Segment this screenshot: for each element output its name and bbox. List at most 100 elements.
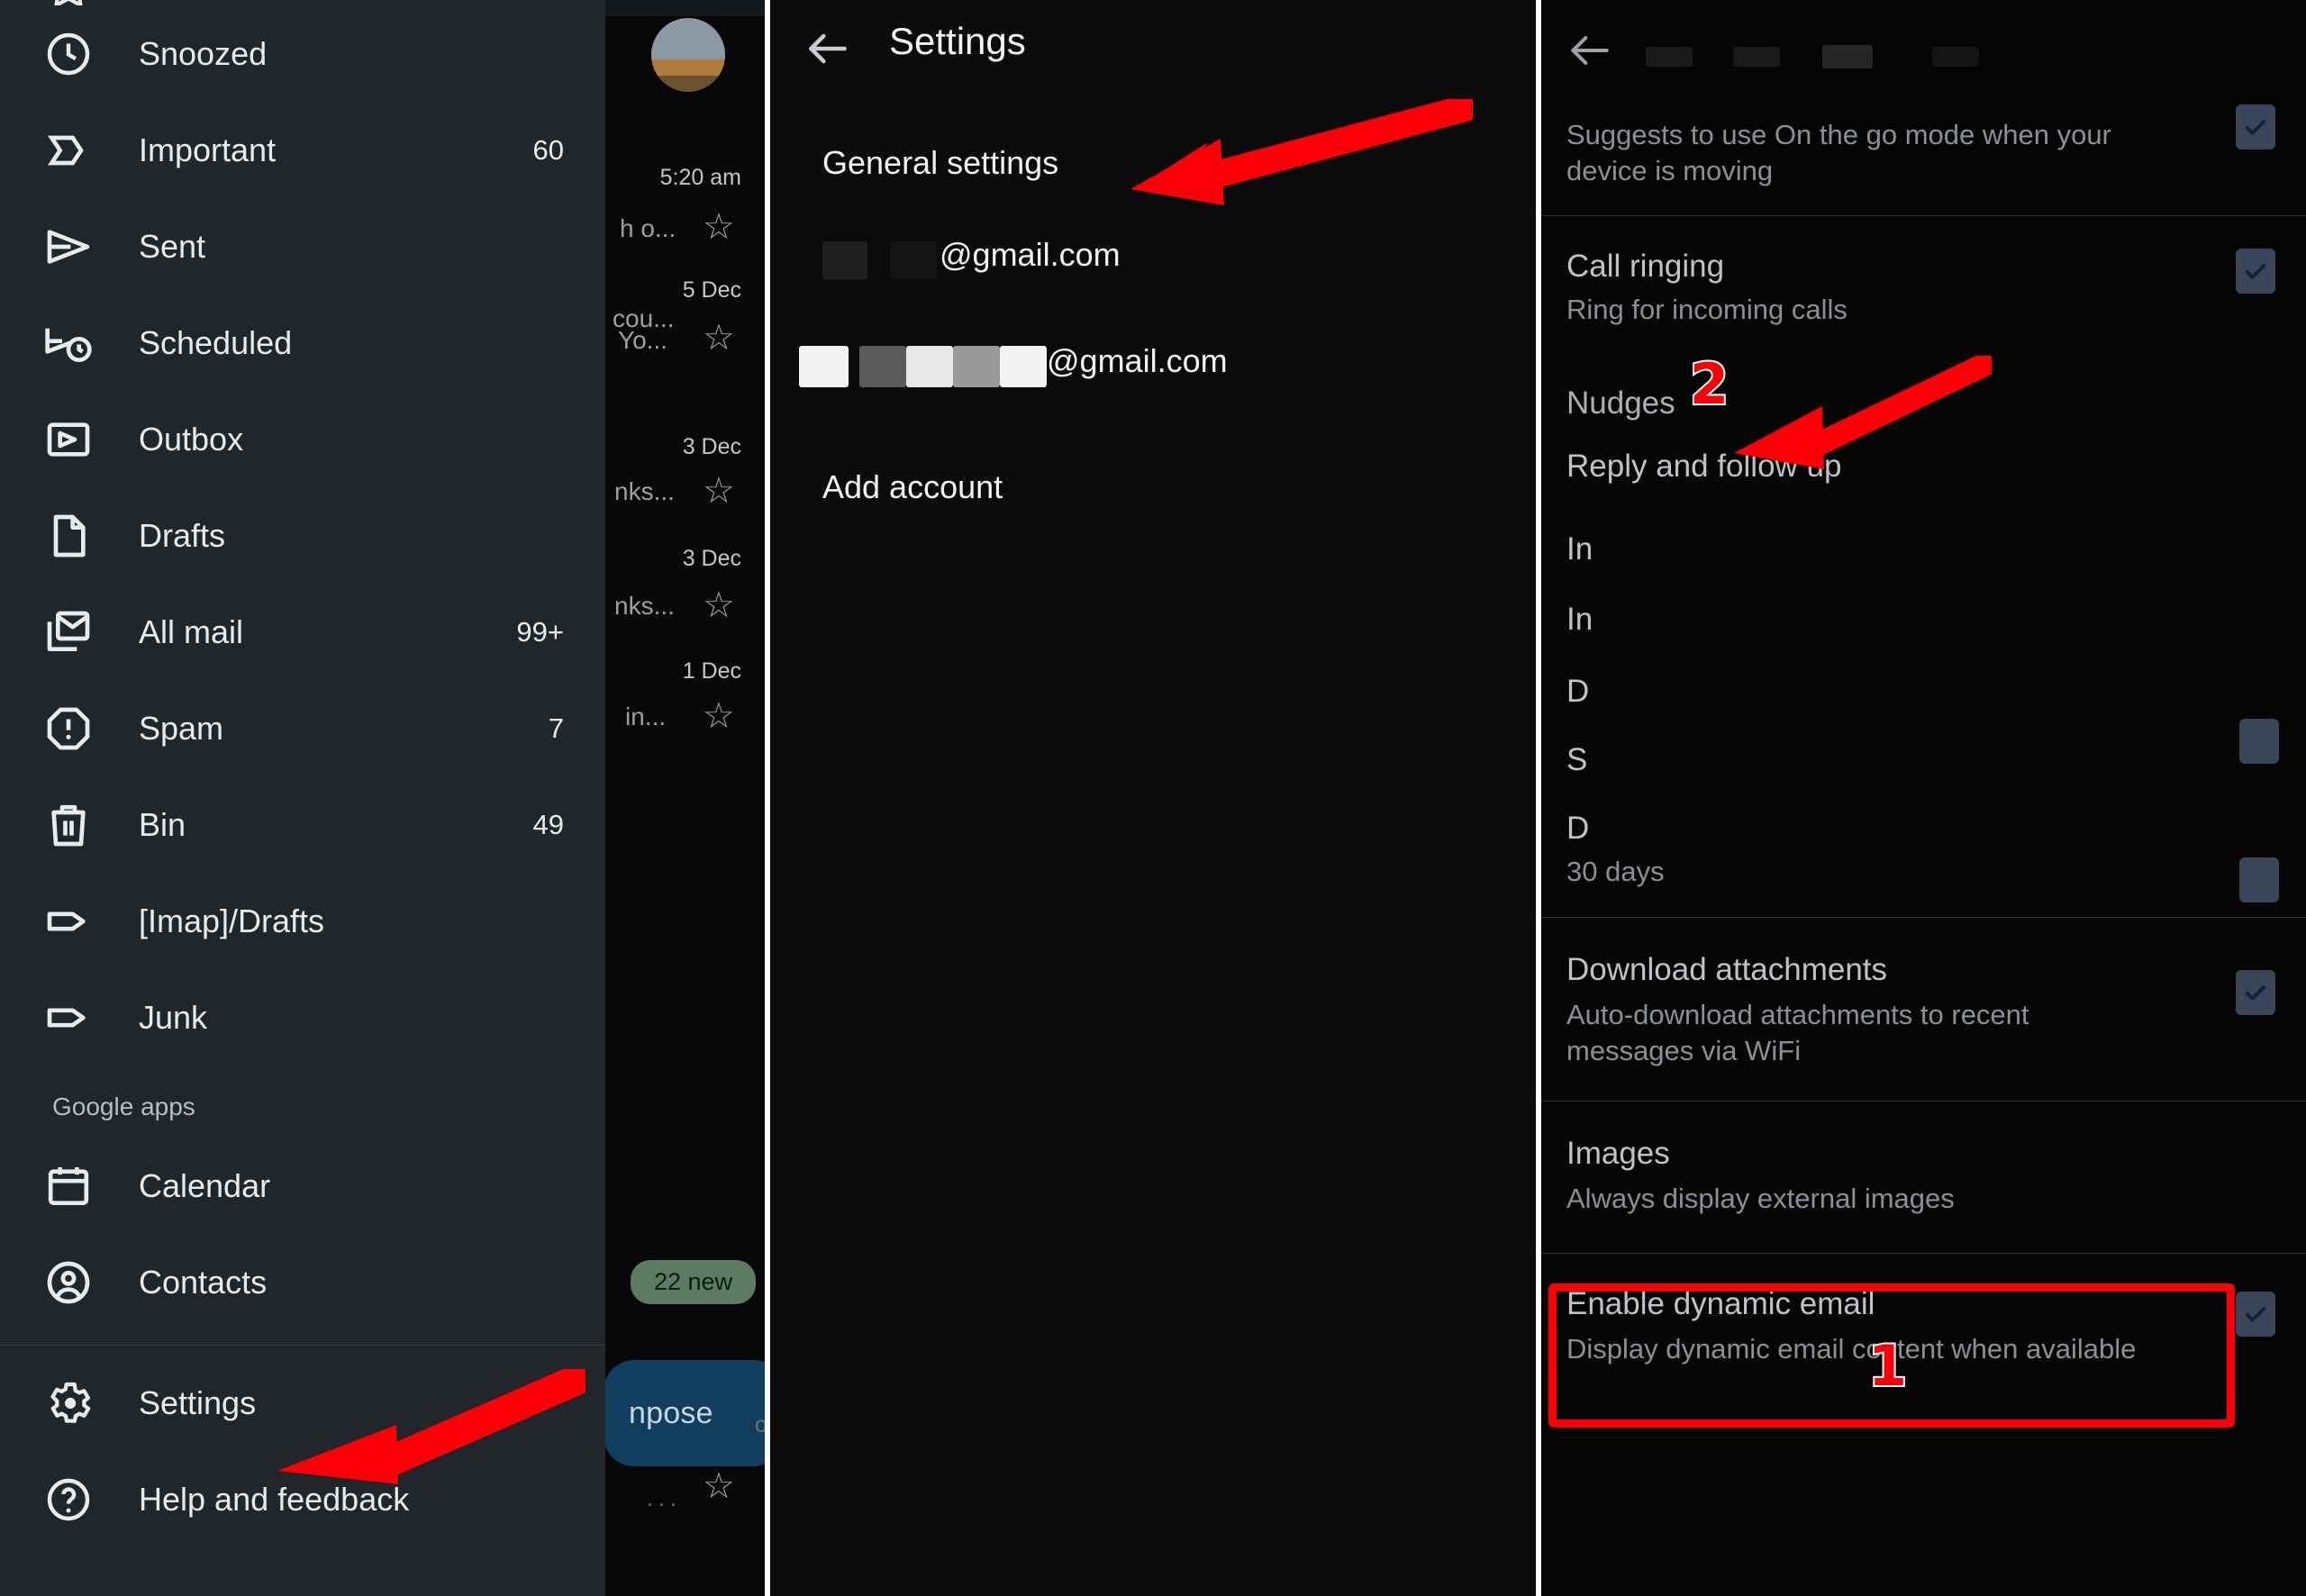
- sidebar-item-label: Drafts: [139, 516, 226, 554]
- sidebar-item-contacts[interactable]: Contacts: [0, 1234, 605, 1330]
- mail-snippet: nks...: [614, 592, 675, 620]
- sidebar-item-label: Important: [139, 131, 277, 168]
- mail-snippet: in...: [625, 703, 667, 730]
- checkbox-obscured[interactable]: [2239, 718, 2279, 764]
- trash-icon: [43, 800, 94, 850]
- compose-button[interactable]: npose: [604, 1360, 765, 1466]
- checkbox-obscured-right[interactable]: [2239, 857, 2279, 902]
- mail-snippet: Yo...: [618, 326, 668, 354]
- setting-row-download-attachments[interactable]: Download attachments Auto-download attac…: [1541, 918, 2306, 1101]
- setting-subtitle: Always display external images: [1566, 1182, 1955, 1214]
- redacted-block: [906, 346, 953, 387]
- sidebar-item-label: Help and feedback: [139, 1480, 410, 1518]
- sidebar-item-junk[interactable]: Junk: [0, 969, 605, 1066]
- scheduled-send-icon: [43, 318, 94, 368]
- sidebar-item-label: Scheduled: [139, 323, 293, 361]
- checkbox-dynamic-email[interactable]: [2236, 1292, 2275, 1338]
- setting-row-dynamic-email[interactable]: Enable dynamic email Display dynamic ema…: [1541, 1254, 2306, 1367]
- sidebar-item-label: Snoozed: [139, 34, 268, 72]
- sidebar-item-bin[interactable]: Bin 49: [0, 776, 605, 873]
- setting-row-obscured-4[interactable]: S: [1541, 710, 2306, 778]
- setting-row-obscured-1[interactable]: In: [1541, 485, 2306, 567]
- redacted-block: [1932, 47, 1979, 67]
- sidebar-item-help-and-feedback[interactable]: Help and feedback: [0, 1451, 605, 1547]
- account-settings-appbar: [1541, 0, 2306, 97]
- panel-gmail-drawer: 5:20 am h o... ☆ 5 Dec cou... Yo... ☆ 3 …: [0, 0, 765, 1596]
- label-tag-icon: [43, 993, 94, 1043]
- setting-subtitle: 30 days: [1566, 855, 1665, 887]
- setting-row-images[interactable]: Images Always display external images: [1541, 1102, 2306, 1253]
- setting-row-obscured-3[interactable]: D: [1541, 638, 2306, 710]
- sidebar-item-spam[interactable]: Spam 7: [0, 680, 605, 776]
- setting-row-days[interactable]: D 30 days: [1541, 778, 2306, 917]
- sidebar-item-label: All mail: [139, 612, 244, 650]
- setting-section-nudges: Nudges: [1541, 358, 2306, 422]
- sidebar-item-outbox[interactable]: Outbox: [0, 391, 605, 487]
- new-mail-badge[interactable]: 22 new: [631, 1260, 757, 1304]
- contacts-icon: [43, 1257, 94, 1308]
- setting-row-on-the-go[interactable]: Suggests to use On the go mode when your…: [1541, 97, 2306, 215]
- setting-title: Images: [1566, 1135, 1670, 1171]
- screenshot-stage: 5:20 am h o... ☆ 5 Dec cou... Yo... ☆ 3 …: [0, 0, 2306, 1596]
- drawer-scroll-container[interactable]: Snoozed Important 60 Sent Scheduled Outb…: [0, 0, 605, 1547]
- sidebar-item-label: Settings: [139, 1383, 257, 1421]
- sidebar-item-count: 7: [548, 712, 564, 744]
- setting-row-call-ringing[interactable]: Call ringing Ring for incoming calls: [1541, 216, 2306, 358]
- mail-time: 5:20 am: [659, 165, 741, 190]
- back-arrow-icon[interactable]: [803, 23, 853, 74]
- account-row-2[interactable]: @gmail.com: [770, 342, 1536, 432]
- star-icon[interactable]: ☆: [703, 320, 739, 356]
- checkbox-call-ringing[interactable]: [2236, 248, 2275, 294]
- redacted-block: [953, 346, 1000, 387]
- star-icon[interactable]: ☆: [703, 473, 739, 509]
- mail-ellipsis: ...: [647, 1486, 682, 1511]
- panel-settings: Settings General settings @gmail.com @gm…: [770, 0, 1536, 1596]
- star-icon[interactable]: ☆: [703, 698, 739, 734]
- account-row-1[interactable]: @gmail.com: [770, 236, 1536, 326]
- checkbox-download-attachments[interactable]: [2236, 970, 2275, 1016]
- navigation-drawer: Snoozed Important 60 Sent Scheduled Outb…: [0, 0, 605, 1596]
- sidebar-item-snoozed[interactable]: Snoozed: [0, 5, 605, 102]
- sidebar-item-count: 49: [532, 808, 564, 840]
- star-icon[interactable]: ☆: [703, 209, 739, 245]
- section-title-general-settings: General settings: [822, 144, 1059, 181]
- setting-title: S: [1566, 741, 1588, 777]
- sidebar-item-important[interactable]: Important 60: [0, 102, 605, 198]
- sidebar-item-drafts[interactable]: Drafts: [0, 487, 605, 584]
- setting-section-label: Nudges: [1566, 385, 1675, 421]
- important-chevron-icon: [43, 125, 94, 176]
- sidebar-item-imap-drafts[interactable]: [Imap]/Drafts: [0, 873, 605, 969]
- redacted-block: [799, 346, 849, 387]
- sidebar-item-label: Bin: [139, 805, 186, 843]
- sidebar-item-label: Junk: [139, 998, 208, 1036]
- star-icon[interactable]: ☆: [703, 1468, 739, 1504]
- add-account-button[interactable]: Add account: [770, 432, 1536, 506]
- sidebar-item-label: Calendar: [139, 1166, 271, 1204]
- redacted-block: [859, 346, 906, 387]
- setting-title: D: [1566, 810, 1590, 846]
- redacted-block: [1000, 346, 1047, 387]
- sidebar-item-calendar[interactable]: Calendar: [0, 1138, 605, 1234]
- sidebar-item-scheduled[interactable]: Scheduled: [0, 295, 605, 391]
- redacted-block: [1733, 47, 1780, 67]
- mail-time: 1 Dec: [682, 658, 741, 684]
- star-icon[interactable]: ☆: [703, 587, 739, 623]
- sidebar-item-count: 60: [532, 133, 564, 166]
- sidebar-item-sent[interactable]: Sent: [0, 198, 605, 295]
- sidebar-item-settings[interactable]: Settings: [0, 1355, 605, 1451]
- back-arrow-icon[interactable]: [1565, 25, 1615, 76]
- sidebar-item-label: [Imap]/Drafts: [139, 902, 325, 939]
- clock-icon: [43, 29, 94, 79]
- setting-row-reply-follow-up[interactable]: Reply and follow up: [1541, 422, 2306, 485]
- setting-title: Call ringing: [1566, 248, 1725, 284]
- compose-label: npose: [629, 1395, 713, 1430]
- sidebar-item-label: Contacts: [139, 1263, 268, 1301]
- redacted-block: [1822, 45, 1873, 68]
- avatar[interactable]: [651, 18, 725, 92]
- sidebar-item-all-mail[interactable]: All mail 99+: [0, 584, 605, 680]
- setting-row-obscured-2[interactable]: In: [1541, 567, 2306, 638]
- mail-time: 3 Dec: [682, 546, 741, 571]
- setting-title: Reply and follow up: [1566, 448, 1842, 484]
- checkbox-on-the-go[interactable]: [2236, 104, 2275, 150]
- sidebar-section-google-apps: Google apps: [52, 1093, 195, 1120]
